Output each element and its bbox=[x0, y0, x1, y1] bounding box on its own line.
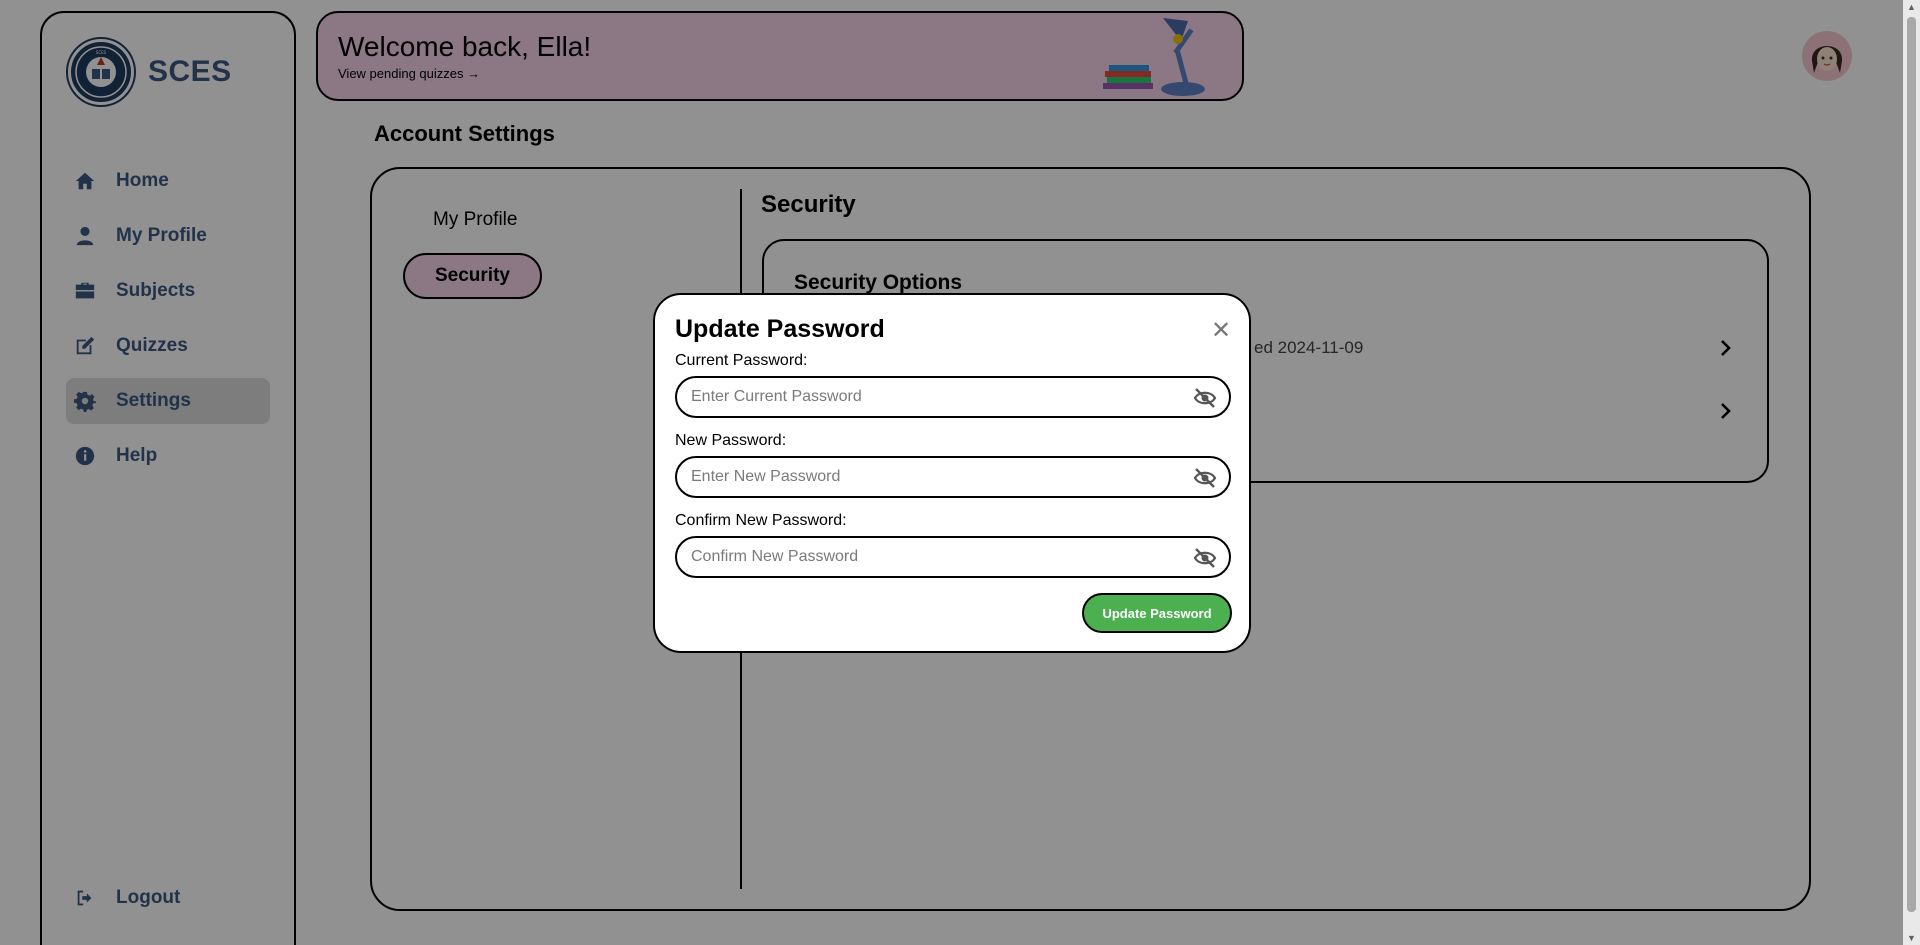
new-password-input[interactable] bbox=[691, 458, 1171, 496]
scroll-up-arrow-icon[interactable]: ▲ bbox=[1907, 2, 1916, 12]
eye-slash-icon[interactable] bbox=[1193, 467, 1217, 489]
update-password-button[interactable]: Update Password bbox=[1082, 593, 1232, 633]
confirm-password-input[interactable] bbox=[691, 538, 1171, 576]
scrollbar-thumb[interactable] bbox=[1907, 17, 1916, 912]
scrollbar[interactable]: ▲ ▼ bbox=[1903, 0, 1920, 945]
eye-slash-icon[interactable] bbox=[1193, 387, 1217, 409]
new-password-field-wrapper bbox=[675, 456, 1231, 498]
update-password-modal: Update Password ✕ Current Password: New … bbox=[653, 293, 1251, 653]
eye-slash-icon[interactable] bbox=[1193, 547, 1217, 569]
current-password-input[interactable] bbox=[691, 378, 1171, 416]
close-icon[interactable]: ✕ bbox=[1211, 319, 1231, 343]
confirm-password-label: Confirm New Password: bbox=[675, 512, 847, 529]
current-password-label: Current Password: bbox=[675, 352, 808, 369]
current-password-field-wrapper bbox=[675, 376, 1231, 418]
modal-title: Update Password bbox=[675, 315, 885, 343]
new-password-label: New Password: bbox=[675, 432, 787, 449]
confirm-password-field-wrapper bbox=[675, 536, 1231, 578]
scroll-down-arrow-icon[interactable]: ▼ bbox=[1907, 933, 1916, 943]
